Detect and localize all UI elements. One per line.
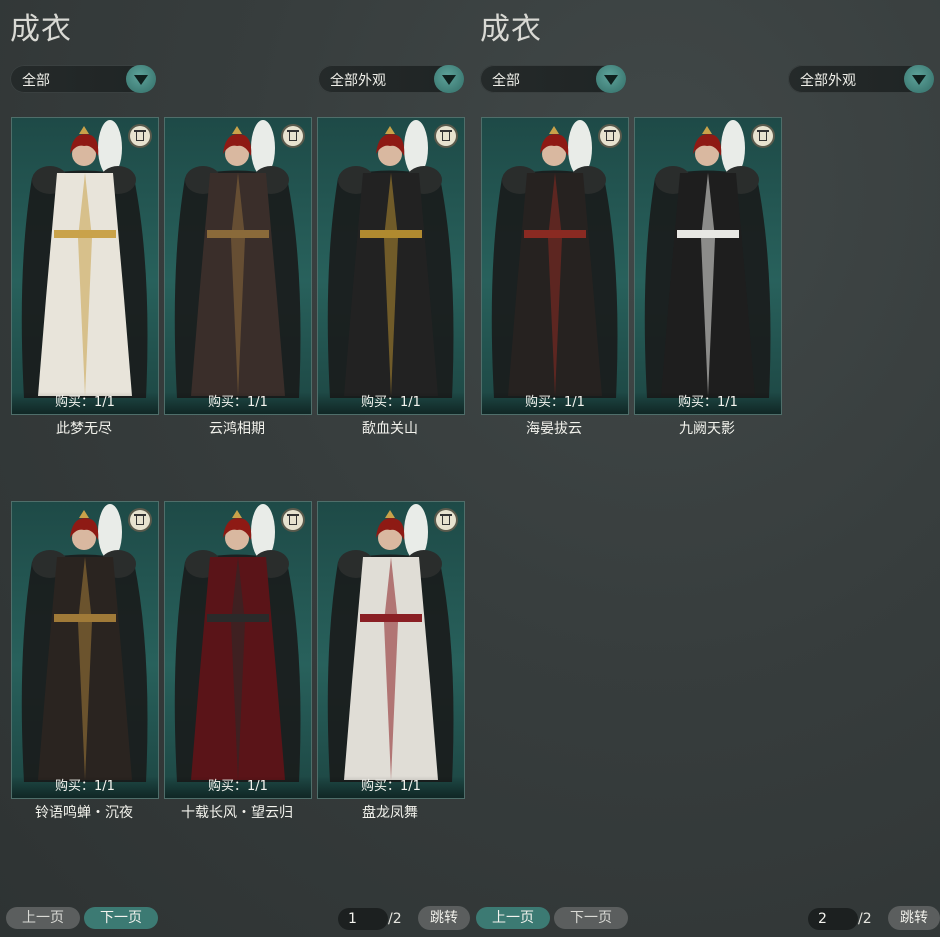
trash-icon[interactable] <box>436 510 456 530</box>
page-number-input[interactable]: 1 <box>338 908 388 930</box>
trash-icon[interactable] <box>130 510 150 530</box>
crown-shape <box>79 510 89 518</box>
outfit-card[interactable]: 购买：1/1 <box>11 117 159 415</box>
character-portrait <box>174 504 301 782</box>
crown-shape <box>385 510 395 518</box>
chevron-down-icon[interactable] <box>904 65 934 93</box>
category-dropdown-value: 全部 <box>492 73 520 89</box>
next-page-button[interactable]: 下一页 <box>84 907 158 929</box>
character-portrait <box>21 120 148 398</box>
outfit-name: 盘龙凤舞 <box>362 805 418 821</box>
chevron-down-icon[interactable] <box>596 65 626 93</box>
purchase-count: 购买：1/1 <box>12 776 158 798</box>
outfit-card[interactable]: 购买：1/1 <box>11 501 159 799</box>
chevron-down-icon[interactable] <box>434 65 464 93</box>
crown-shape <box>232 126 242 134</box>
purchase-count: 购买：1/1 <box>318 392 464 414</box>
outfit-card[interactable]: 购买：1/1 <box>317 117 465 415</box>
crown-shape <box>549 126 559 134</box>
purchase-count: 购买：1/1 <box>318 776 464 798</box>
jump-button[interactable]: 跳转 <box>418 906 470 930</box>
next-page-button[interactable]: 下一页 <box>554 907 628 929</box>
character-portrait <box>174 120 301 398</box>
chevron-down-icon[interactable] <box>126 65 156 93</box>
appearance-dropdown[interactable]: 全部外观 <box>318 65 464 93</box>
trash-icon[interactable] <box>753 126 773 146</box>
outfit-name: 歃血关山 <box>362 421 418 437</box>
outfit-name: 此梦无尽 <box>56 421 112 437</box>
purchase-count: 购买：1/1 <box>635 392 781 414</box>
outfit-name: 云鸿相期 <box>209 421 265 437</box>
outfit-name: 海晏拔云 <box>526 421 582 437</box>
outfit-card[interactable]: 购买：1/1 <box>481 117 629 415</box>
character-portrait <box>21 504 148 782</box>
outfit-name: 九阙天影 <box>679 421 735 437</box>
trash-icon[interactable] <box>600 126 620 146</box>
page-total: /2 <box>388 911 402 927</box>
page-number-input[interactable]: 2 <box>808 908 858 930</box>
purchase-count: 购买：1/1 <box>165 392 311 414</box>
outfit-panel-page-2: 成衣 全部 全部外观 购买：1/1 海晏拔云 购买：1/1 九阙天影 上一页 下… <box>470 0 940 937</box>
outfit-card[interactable]: 购买：1/1 <box>164 501 312 799</box>
category-dropdown[interactable]: 全部 <box>480 65 626 93</box>
trash-icon[interactable] <box>436 126 456 146</box>
outfit-name: 十载长风・望云归 <box>181 805 293 821</box>
trash-icon[interactable] <box>130 126 150 146</box>
prev-page-button[interactable]: 上一页 <box>6 907 80 929</box>
outfit-card[interactable]: 购买：1/1 <box>634 117 782 415</box>
outfit-card[interactable]: 购买：1/1 <box>164 117 312 415</box>
page-total: /2 <box>858 911 872 927</box>
crown-shape <box>79 126 89 134</box>
appearance-dropdown[interactable]: 全部外观 <box>788 65 934 93</box>
outfit-panel-page-1: 成衣 全部 全部外观 购买：1/1 此梦无尽 购买：1/1 云鸿相期 购买：1/… <box>0 0 470 937</box>
panel-title: 成衣 <box>480 12 542 47</box>
appearance-dropdown-value: 全部外观 <box>800 73 856 89</box>
purchase-count: 购买：1/1 <box>165 776 311 798</box>
outfit-name: 铃语鸣蝉・沉夜 <box>35 805 133 821</box>
character-portrait <box>327 120 454 398</box>
trash-icon[interactable] <box>283 510 303 530</box>
category-dropdown-value: 全部 <box>22 73 50 89</box>
jump-button[interactable]: 跳转 <box>888 906 940 930</box>
outfit-card[interactable]: 购买：1/1 <box>317 501 465 799</box>
character-portrait <box>327 504 454 782</box>
character-portrait <box>644 120 771 398</box>
trash-icon[interactable] <box>283 126 303 146</box>
appearance-dropdown-value: 全部外观 <box>330 73 386 89</box>
crown-shape <box>702 126 712 134</box>
character-portrait <box>491 120 618 398</box>
crown-shape <box>232 510 242 518</box>
purchase-count: 购买：1/1 <box>482 392 628 414</box>
purchase-count: 购买：1/1 <box>12 392 158 414</box>
category-dropdown[interactable]: 全部 <box>10 65 156 93</box>
panel-title: 成衣 <box>10 12 72 47</box>
prev-page-button[interactable]: 上一页 <box>476 907 550 929</box>
crown-shape <box>385 126 395 134</box>
